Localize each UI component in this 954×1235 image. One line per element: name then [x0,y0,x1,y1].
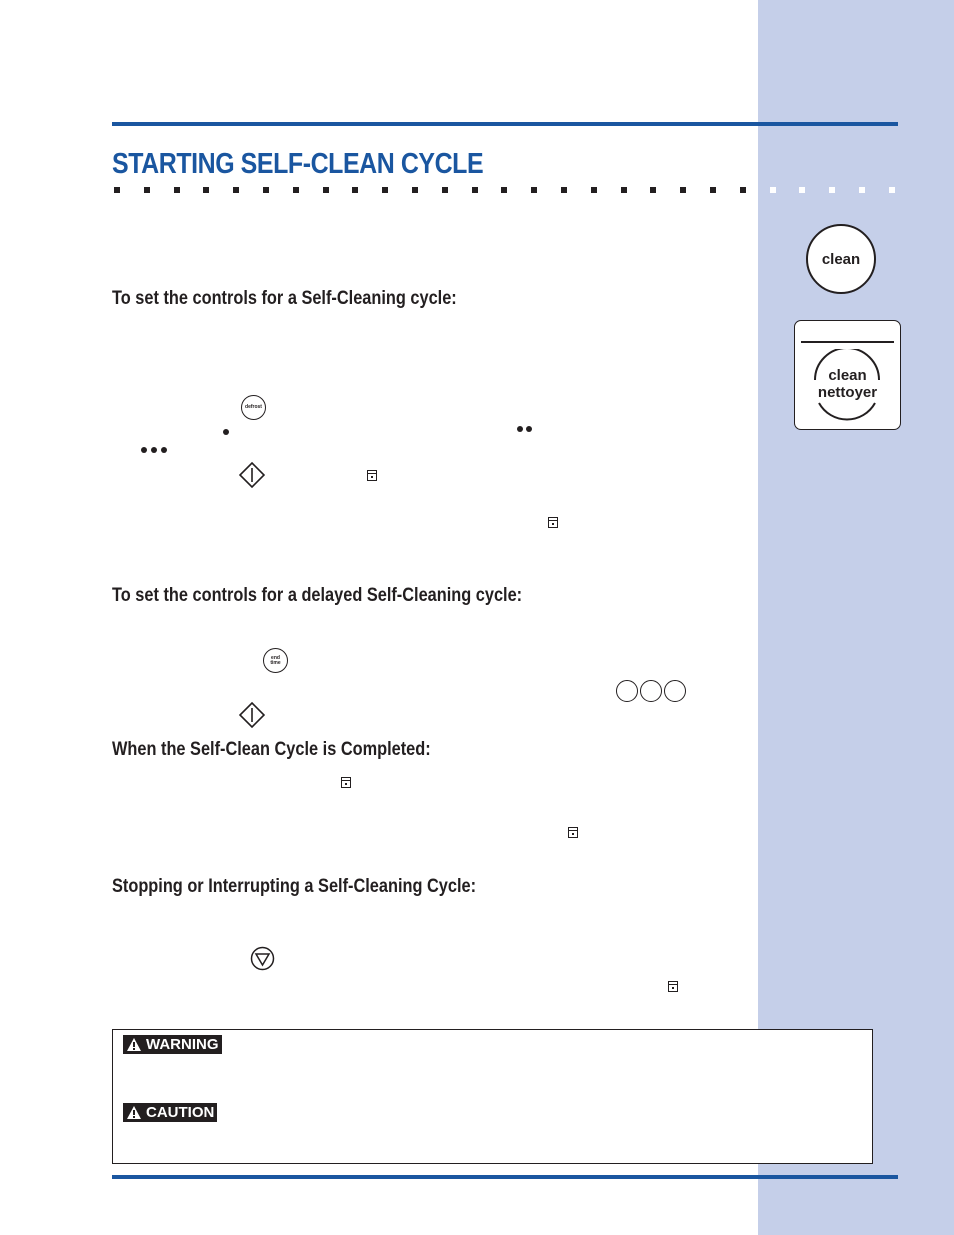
divider-square [322,187,329,193]
top-rule [112,122,898,126]
lock-icon [568,827,578,838]
section-heading: Stopping or Interrupting a Self-Cleaning… [112,876,477,897]
divider-square [561,187,567,193]
divider-square [501,187,508,193]
warning-caution-box: WARNING CAUTION [112,1029,873,1164]
stop-key-icon [250,946,275,971]
key-divider [801,341,894,343]
section-heading: When the Self-Clean Cycle is Completed: [112,739,431,760]
dot-indicator-icon [141,447,147,453]
divider-square [471,187,478,193]
clean-label: clean [821,250,861,268]
warning-label: WARNING [146,1036,219,1053]
dot-indicator-icon [151,447,157,453]
clean-text: clean [828,367,867,384]
start-key-icon [239,702,265,728]
divider-square [859,187,865,193]
divider-square [412,187,418,193]
divider-square [799,187,806,193]
lock-icon [668,981,678,992]
divider-square [203,187,210,193]
section-heading: To set the controls for a delayed Self-C… [112,585,523,606]
divider-square [829,187,836,193]
start-key-icon [239,462,265,488]
nettoyer-text: nettoyer [817,384,878,401]
divider-square [382,187,389,193]
divider-square [650,187,657,193]
dot-indicator-icon [223,429,229,435]
end-time-label: time [270,659,281,666]
divider-square [143,187,150,193]
divider-square [263,187,269,193]
lock-icon [367,470,377,481]
display-circle-icon [664,680,686,702]
divider-square [114,187,120,193]
divider-square [739,187,746,193]
defrost-label: defrost [245,404,262,410]
warning-badge: WARNING [123,1035,222,1054]
section-heading: To set the controls for a Self-Cleaning … [112,288,457,309]
divider-square [769,187,776,193]
warning-triangle-icon [127,1038,141,1051]
display-circle-icon [616,680,638,702]
clean-button-icon: clean [806,224,876,294]
divider-square [292,187,299,193]
divider-square [620,187,627,193]
caution-triangle-icon [127,1106,141,1119]
display-circle-icon [640,680,662,702]
clean-nettoyer-label: clean nettoyer [795,367,900,401]
divider-square [680,187,687,193]
divider-square [233,187,240,193]
caution-badge: CAUTION [123,1103,218,1122]
caution-label: CAUTION [146,1104,215,1121]
divider-square [888,187,895,193]
bottom-rule [112,1175,898,1179]
defrost-key-icon: defrost [241,395,266,420]
lock-icon [548,517,558,528]
divider-square [710,187,716,193]
divider-square [352,187,359,193]
lock-icon [341,777,351,788]
dot-indicator-icon [526,426,532,432]
divider-square [441,187,448,193]
dot-indicator-icon [517,426,523,432]
divider-square [590,187,597,193]
divider-square [531,187,538,193]
dot-indicator-icon [161,447,167,453]
clean-nettoyer-key-icon: clean nettoyer [794,320,901,430]
end-time-key-icon: end time [263,648,288,673]
page-title: STARTING SELF-CLEAN CYCLE [112,148,484,180]
divider-square [173,187,180,193]
